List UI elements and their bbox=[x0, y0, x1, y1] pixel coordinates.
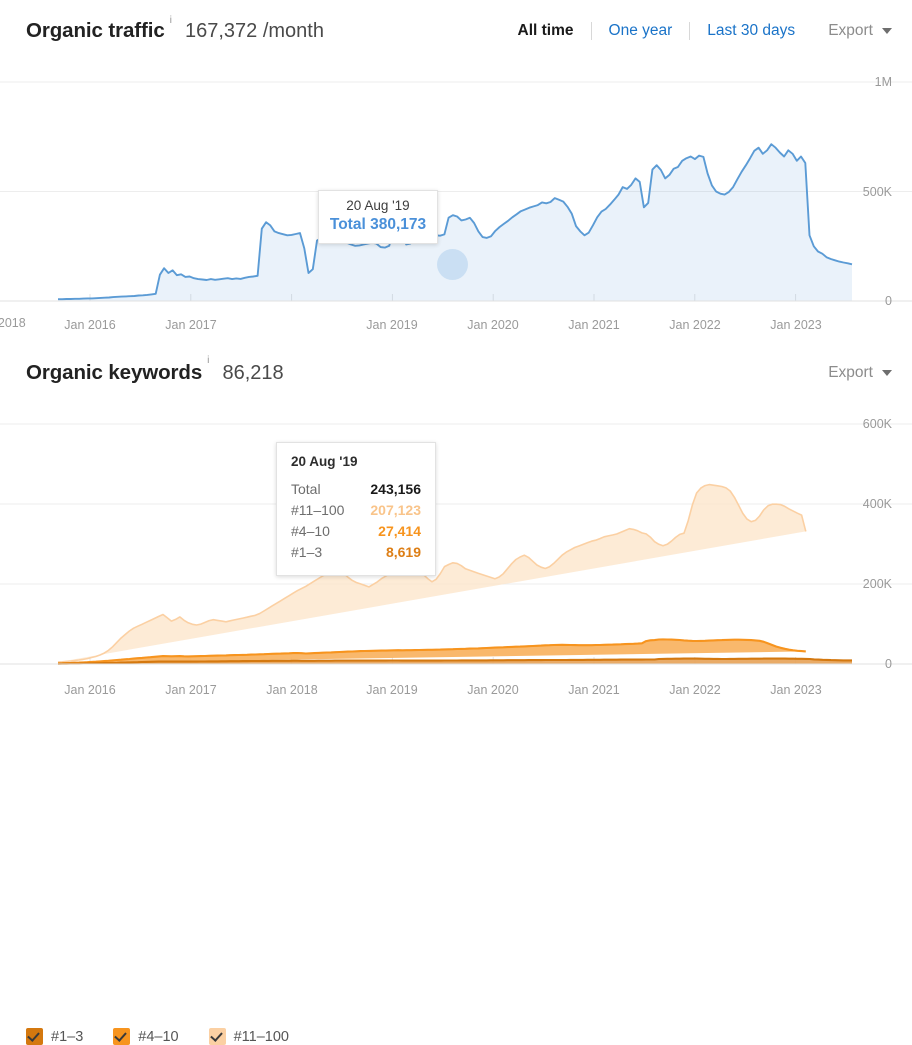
keywords-tooltip-key: #4–10 bbox=[291, 523, 330, 539]
traffic-tooltip-date: 20 Aug '19 bbox=[346, 198, 410, 213]
keywords-ytick-0: 0 bbox=[885, 657, 892, 671]
traffic-xtick-7: Jan 2023 bbox=[770, 318, 822, 332]
keywords-xaxis: Jan 2016 Jan 2017 Jan 2018 Jan 2019 Jan … bbox=[0, 681, 912, 705]
range-tab-all-time[interactable]: All time bbox=[501, 22, 592, 40]
range-tab-last-30-days[interactable]: Last 30 days bbox=[690, 22, 812, 40]
keywords-header-controls: Export bbox=[812, 340, 892, 406]
checkbox-1-3[interactable] bbox=[26, 1028, 43, 1045]
legend-label: #4–10 bbox=[138, 1028, 179, 1045]
traffic-header-controls: All time One year Last 30 days Export bbox=[501, 0, 892, 62]
keywords-xtick-0: Jan 2016 bbox=[64, 683, 116, 697]
export-label: Export bbox=[828, 364, 873, 381]
keywords-tooltip-row: #1–3 8,619 bbox=[291, 542, 421, 563]
traffic-header: Organic traffic i 167,372 /month All tim… bbox=[0, 0, 912, 62]
keywords-ytick-200k: 200K bbox=[862, 577, 892, 591]
traffic-ytick-500k: 500K bbox=[862, 185, 892, 199]
traffic-tooltip: 20 Aug '19 Total 380,173 bbox=[318, 190, 438, 244]
chevron-down-icon bbox=[882, 28, 892, 34]
info-icon[interactable]: i bbox=[170, 14, 172, 26]
traffic-xtick-6: Jan 2022 bbox=[669, 318, 721, 332]
keywords-tooltip-key: #11–100 bbox=[291, 502, 345, 518]
keywords-legend: #1–3 #4–10 #11–100 bbox=[26, 1028, 289, 1045]
keywords-tooltip-val: 243,156 bbox=[370, 481, 421, 497]
keywords-tooltip-date: 20 Aug '19 bbox=[291, 454, 358, 469]
legend-item-11-100[interactable]: #11–100 bbox=[208, 1028, 289, 1045]
legend-label: #1–3 bbox=[51, 1028, 84, 1045]
traffic-ytick-1m: 1M bbox=[874, 75, 892, 89]
keywords-chart-svg bbox=[0, 423, 912, 665]
keywords-xtick-6: Jan 2022 bbox=[669, 683, 721, 697]
traffic-hover-marker bbox=[437, 249, 468, 280]
checkbox-11-100[interactable] bbox=[208, 1028, 226, 1045]
keywords-tooltip-row: Total 243,156 bbox=[291, 479, 421, 500]
traffic-tooltip-total-label: Total bbox=[329, 216, 366, 233]
page-title: Organic traffic bbox=[26, 19, 165, 42]
traffic-xtick-5: Jan 2021 bbox=[568, 318, 620, 332]
legend-item-4-10[interactable]: #4–10 bbox=[113, 1028, 179, 1045]
traffic-xaxis: Jan 2016 Jan 2017 Jan 2018 Jan 2019 Jan … bbox=[0, 316, 912, 340]
traffic-export-button[interactable]: Export bbox=[828, 22, 892, 40]
keywords-tooltip: 20 Aug '19 Total 243,156 #11–100 207,123… bbox=[276, 442, 436, 576]
keywords-title: Organic keywords bbox=[26, 361, 203, 384]
keywords-xtick-3: Jan 2019 bbox=[366, 683, 418, 697]
keywords-export-button[interactable]: Export bbox=[828, 364, 892, 382]
legend-label: #11–100 bbox=[233, 1028, 289, 1045]
keywords-value: 86,218 bbox=[222, 361, 284, 384]
keywords-ytick-400k: 400K bbox=[862, 497, 892, 511]
keywords-tooltip-row: #4–10 27,414 bbox=[291, 521, 421, 542]
traffic-chart[interactable]: 1M 500K 0 20 Aug '19 Total 380,173 bbox=[0, 62, 912, 316]
keywords-tooltip-val: 207,123 bbox=[370, 502, 421, 518]
keywords-xtick-2: Jan 2018 bbox=[266, 683, 318, 697]
keywords-tooltip-val: 8,619 bbox=[385, 544, 421, 560]
traffic-tooltip-total: Total 380,173 bbox=[329, 215, 427, 235]
info-icon[interactable]: i bbox=[207, 354, 209, 366]
traffic-xtick-0: Jan 2016 bbox=[64, 318, 116, 332]
keywords-tooltip-val: 27,414 bbox=[378, 523, 421, 539]
organic-traffic-panel: Organic traffic i 167,372 /month All tim… bbox=[0, 0, 912, 340]
traffic-tooltip-total-value: 380,173 bbox=[370, 216, 427, 233]
keywords-tooltip-key: Total bbox=[291, 481, 321, 497]
keywords-xtick-7: Jan 2023 bbox=[770, 683, 822, 697]
traffic-ytick-0: 0 bbox=[885, 294, 892, 308]
keywords-header: Organic keywords i 86,218 Export bbox=[0, 340, 912, 406]
keywords-tooltip-key: #1–3 bbox=[291, 544, 323, 560]
chevron-down-icon bbox=[882, 370, 892, 376]
organic-keywords-panel: Organic keywords i 86,218 Export 600K 40… bbox=[0, 340, 912, 1045]
keywords-xtick-5: Jan 2021 bbox=[568, 683, 620, 697]
range-tab-one-year[interactable]: One year bbox=[592, 22, 691, 40]
traffic-xtick-3: Jan 2019 bbox=[366, 318, 418, 332]
legend-item-1-3[interactable]: #1–3 bbox=[26, 1028, 83, 1045]
traffic-value: 167,372 /month bbox=[184, 19, 324, 42]
export-label: Export bbox=[828, 22, 873, 39]
keywords-chart[interactable]: 600K 400K 200K 0 20 Aug '19 Total 243,15… bbox=[0, 406, 912, 681]
keywords-tooltip-row: #11–100 207,123 bbox=[291, 500, 421, 521]
checkbox-4-10[interactable] bbox=[113, 1028, 131, 1045]
traffic-xtick-4: Jan 2020 bbox=[467, 318, 519, 332]
keywords-xtick-1: Jan 2017 bbox=[165, 683, 217, 697]
keywords-xtick-4: Jan 2020 bbox=[467, 683, 519, 697]
traffic-xtick-2: Jan 2018 bbox=[0, 316, 26, 330]
traffic-xtick-1: Jan 2017 bbox=[165, 318, 217, 332]
keywords-ytick-600k: 600K bbox=[862, 417, 892, 431]
